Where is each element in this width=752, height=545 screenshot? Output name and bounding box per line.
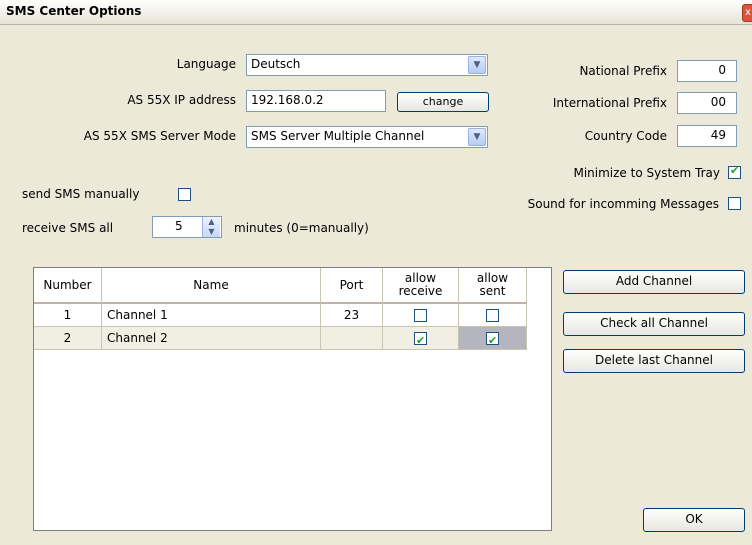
language-value: Deutsch <box>251 57 301 71</box>
close-button[interactable]: x <box>742 4 752 22</box>
international-prefix-label: International Prefix <box>552 96 667 110</box>
delete-last-channel-button[interactable]: Delete last Channel <box>563 349 745 373</box>
column-header-number[interactable]: Number <box>34 268 102 304</box>
receive-interval-value: 5 <box>175 219 183 233</box>
add-channel-button[interactable]: Add Channel <box>563 270 745 294</box>
cell-allow-sent[interactable] <box>459 327 527 352</box>
language-select[interactable]: Deutsch ▼ <box>246 54 488 76</box>
allow-sent-checkbox[interactable] <box>486 309 499 322</box>
receive-label: receive SMS all <box>22 221 114 235</box>
cell-port[interactable] <box>321 327 383 350</box>
receive-interval-stepper[interactable]: 5 ▲ ▼ <box>152 216 222 238</box>
ip-label: AS 55X IP address <box>127 93 236 107</box>
ip-input[interactable]: 192.168.0.2 <box>246 90 386 112</box>
cell-number: 1 <box>34 304 102 327</box>
cell-allow-receive[interactable] <box>383 327 459 352</box>
channel-table[interactable]: Number Name Port allow receive allow sen… <box>33 267 552 531</box>
international-prefix-input[interactable]: 00 <box>677 92 737 114</box>
column-header-allow-receive[interactable]: allow receive <box>383 268 459 304</box>
country-code-label: Country Code <box>584 129 667 143</box>
allow-sent-checkbox[interactable] <box>486 330 499 352</box>
ok-button[interactable]: OK <box>643 508 745 532</box>
receive-suffix: minutes (0=manually) <box>234 221 369 235</box>
column-header-allow-sent[interactable]: allow sent <box>459 268 527 304</box>
cell-name[interactable]: Channel 2 <box>102 327 321 350</box>
check-all-channel-button[interactable]: Check all Channel <box>563 312 745 336</box>
national-prefix-label: National Prefix <box>579 64 667 78</box>
minimize-tray-label: Minimize to System Tray <box>573 166 720 180</box>
cell-number: 2 <box>34 327 102 350</box>
cell-port[interactable]: 23 <box>321 304 383 327</box>
language-label: Language <box>176 57 236 71</box>
column-header-name[interactable]: Name <box>102 268 321 304</box>
cell-allow-receive[interactable] <box>383 304 459 327</box>
chevron-down-icon[interactable]: ▼ <box>468 128 486 146</box>
column-header-port[interactable]: Port <box>321 268 383 304</box>
send-manual-checkbox[interactable] <box>178 188 191 201</box>
send-manual-label: send SMS manually <box>22 187 140 201</box>
server-mode-value: SMS Server Multiple Channel <box>251 129 425 143</box>
allow-receive-checkbox[interactable] <box>414 309 427 322</box>
country-code-input[interactable]: 49 <box>677 125 737 147</box>
national-prefix-input[interactable]: 0 <box>677 60 737 82</box>
minimize-tray-checkbox[interactable] <box>728 164 741 179</box>
title-bar: SMS Center Options x <box>0 0 752 25</box>
sound-label: Sound for incomming Messages <box>527 197 719 211</box>
close-icon: x <box>745 7 751 18</box>
change-ip-button[interactable]: change <box>397 92 489 112</box>
allow-receive-checkbox[interactable] <box>414 330 427 352</box>
chevron-down-icon[interactable]: ▼ <box>468 56 486 74</box>
sound-checkbox[interactable] <box>728 197 741 210</box>
cell-name[interactable]: Channel 1 <box>102 304 321 327</box>
spin-updown-icon[interactable]: ▲ ▼ <box>202 217 220 237</box>
cell-allow-sent[interactable] <box>459 304 527 327</box>
server-mode-select[interactable]: SMS Server Multiple Channel ▼ <box>246 126 488 148</box>
window-title: SMS Center Options <box>6 4 142 18</box>
server-mode-label: AS 55X SMS Server Mode <box>83 129 236 143</box>
